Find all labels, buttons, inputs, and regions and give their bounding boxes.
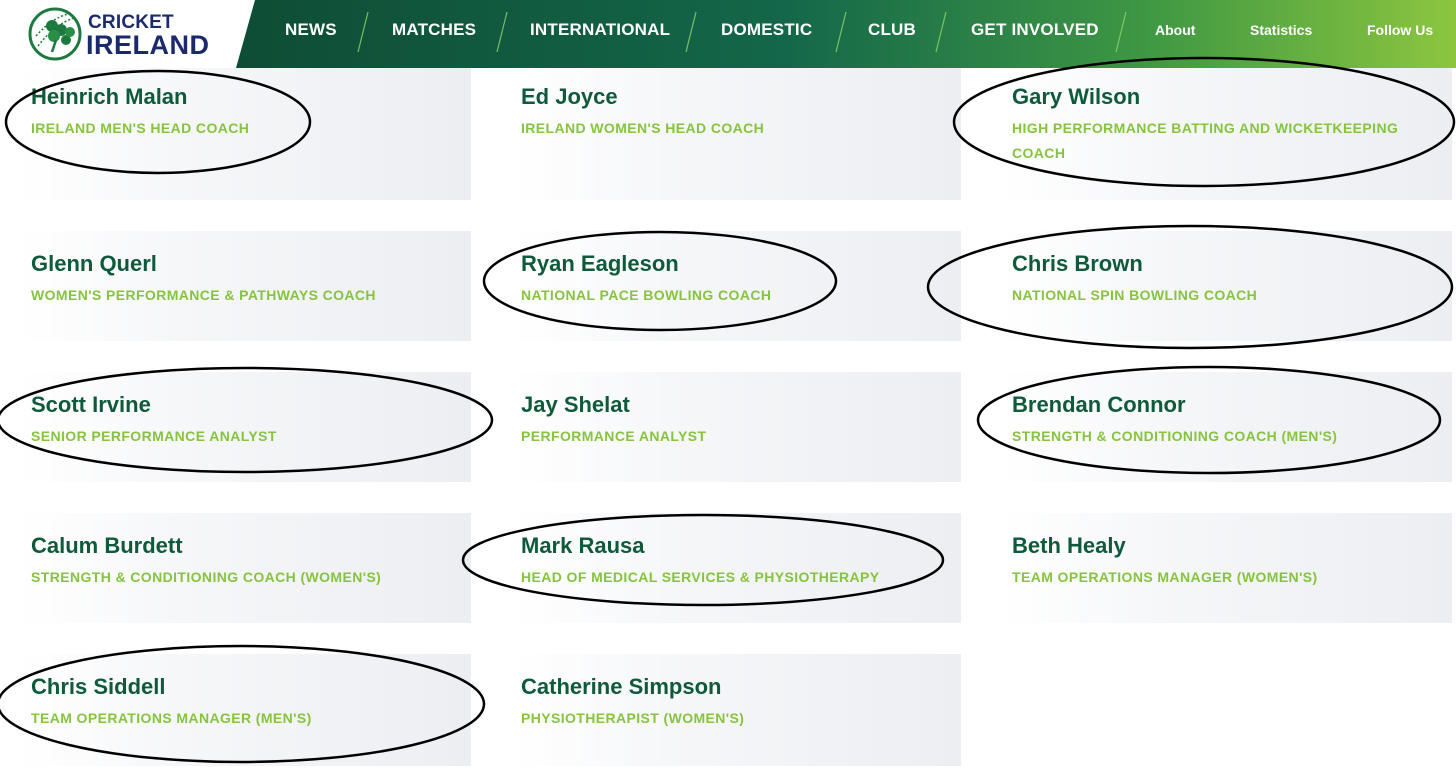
- staff-role: IRELAND WOMEN'S HEAD COACH: [521, 120, 765, 136]
- staff-name: Heinrich Malan: [31, 84, 188, 109]
- staff-card[interactable]: Catherine Simpson PHYSIOTHERAPIST (WOMEN…: [509, 654, 961, 766]
- staff-name: Calum Burdett: [31, 533, 183, 558]
- staff-name: Ed Joyce: [521, 84, 618, 109]
- staff-name: Brendan Connor: [1012, 392, 1186, 417]
- staff-card[interactable]: Gary Wilson HIGH PERFORMANCE BATTING AND…: [1000, 68, 1452, 200]
- staff-role: SENIOR PERFORMANCE ANALYST: [31, 428, 277, 444]
- site-header: CRICKET IRELAND NEWS MATCHES INTERNATION…: [0, 0, 1456, 68]
- nav-follow-us[interactable]: Follow Us: [1367, 0, 1433, 60]
- staff-name: Ryan Eagleson: [521, 251, 679, 276]
- staff-card[interactable]: Heinrich Malan IRELAND MEN'S HEAD COACH: [19, 68, 471, 200]
- staff-role: HIGH PERFORMANCE BATTING AND WICKETKEEPI…: [1012, 120, 1399, 161]
- staff-card[interactable]: Chris Brown NATIONAL SPIN BOWLING COACH: [1000, 231, 1452, 341]
- staff-role: TEAM OPERATIONS MANAGER (MEN'S): [31, 710, 312, 726]
- staff-card[interactable]: Ed Joyce IRELAND WOMEN'S HEAD COACH: [509, 68, 961, 200]
- staff-role: PERFORMANCE ANALYST: [521, 428, 707, 444]
- staff-role: HEAD OF MEDICAL SERVICES & PHYSIOTHERAPY: [521, 569, 880, 585]
- staff-name: Gary Wilson: [1012, 84, 1141, 109]
- nav-about[interactable]: About: [1155, 0, 1195, 60]
- staff-card[interactable]: Brendan Connor STRENGTH & CONDITIONING C…: [1000, 372, 1452, 482]
- staff-role: IRELAND MEN'S HEAD COACH: [31, 120, 250, 136]
- nav-domestic[interactable]: DOMESTIC: [721, 0, 812, 60]
- staff-name: Scott Irvine: [31, 392, 151, 417]
- staff-card[interactable]: Calum Burdett STRENGTH & CONDITIONING CO…: [19, 513, 471, 623]
- nav-statistics[interactable]: Statistics: [1250, 0, 1312, 60]
- shamrock-ball-icon: [28, 7, 82, 61]
- nav-matches[interactable]: MATCHES: [392, 0, 476, 60]
- staff-name: Glenn Querl: [31, 251, 157, 276]
- staff-card[interactable]: Scott Irvine SENIOR PERFORMANCE ANALYST: [19, 372, 471, 482]
- staff-role: WOMEN'S PERFORMANCE & PATHWAYS COACH: [31, 287, 376, 303]
- staff-name: Beth Healy: [1012, 533, 1126, 558]
- staff-name: Mark Rausa: [521, 533, 645, 558]
- staff-role: NATIONAL PACE BOWLING COACH: [521, 287, 772, 303]
- staff-name: Jay Shelat: [521, 392, 630, 417]
- staff-role: NATIONAL SPIN BOWLING COACH: [1012, 287, 1258, 303]
- staff-name: Catherine Simpson: [521, 674, 722, 699]
- nav-international[interactable]: INTERNATIONAL: [530, 0, 670, 60]
- staff-role: TEAM OPERATIONS MANAGER (WOMEN'S): [1012, 569, 1318, 585]
- cricket-ireland-logo[interactable]: CRICKET IRELAND: [28, 6, 228, 62]
- staff-card[interactable]: Beth Healy TEAM OPERATIONS MANAGER (WOME…: [1000, 513, 1452, 623]
- staff-card[interactable]: Glenn Querl WOMEN'S PERFORMANCE & PATHWA…: [19, 231, 471, 341]
- logo-text-ireland: IRELAND: [86, 30, 210, 60]
- staff-card[interactable]: Chris Siddell TEAM OPERATIONS MANAGER (M…: [19, 654, 471, 766]
- staff-role: STRENGTH & CONDITIONING COACH (WOMEN'S): [31, 569, 382, 585]
- nav-news[interactable]: NEWS: [285, 0, 337, 60]
- nav-get-involved[interactable]: GET INVOLVED: [971, 0, 1099, 60]
- staff-name: Chris Brown: [1012, 251, 1143, 276]
- staff-card[interactable]: Jay Shelat PERFORMANCE ANALYST: [509, 372, 961, 482]
- staff-card[interactable]: Ryan Eagleson NATIONAL PACE BOWLING COAC…: [509, 231, 961, 341]
- staff-role: PHYSIOTHERAPIST (WOMEN'S): [521, 710, 745, 726]
- staff-role: STRENGTH & CONDITIONING COACH (MEN'S): [1012, 428, 1338, 444]
- staff-card[interactable]: Mark Rausa HEAD OF MEDICAL SERVICES & PH…: [509, 513, 961, 623]
- staff-name: Chris Siddell: [31, 674, 166, 699]
- nav-club[interactable]: CLUB: [868, 0, 916, 60]
